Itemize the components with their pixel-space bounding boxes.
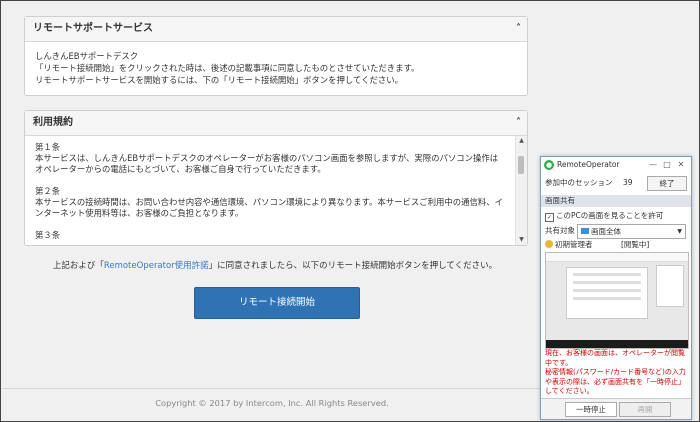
monitor-icon [581,228,589,234]
scroll-down-arrow-icon[interactable]: ▼ [516,235,527,245]
operator-status: [閲覧中] [621,240,650,249]
consent-pre: 上記および「 [52,261,104,271]
share-target-label: 共有対象 [545,226,575,235]
desk-name: しんきんEBサポートデスク [35,51,139,61]
ro-button-bar: 一時停止 再開 [541,398,691,419]
screen-share-section: 画面共有 [541,195,691,207]
operator-avatar-icon [545,240,553,248]
scroll-thumb[interactable] [518,156,524,174]
terms-scrollbar[interactable]: ▲ ▼ [515,136,527,245]
copyright-text: Copyright © 2017 by Intercom, Inc. All R… [155,398,389,408]
session-label: 参加中のセッション [545,178,613,187]
allow-view-checkbox[interactable]: ✓ [545,213,554,222]
session-count: 39 [623,178,633,187]
resume-button[interactable]: 再開 [619,402,671,417]
share-warning: 現在、お客様の画面は、オペレーターが閲覧中です。 秘密情報(パスワード/カード番… [545,349,686,395]
consent-text: 上記および「RemoteOperator使用許諾」に同意されましたら、以下のリモ… [24,259,526,271]
session-row: 参加中のセッション 39 終了 [541,175,691,191]
ro-title: RemoteOperator [557,160,620,169]
screen-preview [545,252,689,349]
article-title: 第２条 [35,186,61,196]
chevron-up-icon[interactable]: ˄ [516,17,521,41]
consent-post: 」に同意されましたら、以下のリモート接続開始ボタンを押してください。 [208,261,498,271]
share-target-value: 画面全体 [591,227,621,236]
share-target-select[interactable]: 画面全体 ▼ [577,224,686,239]
terms-text: 第１条 本サービスは、しんきんEBサポートデスクのオペレーターがお客様のパソコン… [25,136,515,245]
pause-button[interactable]: 一時停止 [565,402,617,417]
article-title: 第３条 [35,230,61,240]
remote-support-panel-header[interactable]: リモートサポートサービス ˄ [25,17,527,42]
remote-operator-window: ● RemoteOperator — □ ✕ 参加中のセッション 39 終了 画面共… [540,156,692,420]
scroll-up-arrow-icon[interactable]: ▲ [516,136,527,146]
minimize-icon[interactable]: — [646,157,660,173]
maximize-icon[interactable]: □ [660,157,674,173]
start-remote-connection-button[interactable]: リモート接続開始 [194,287,360,319]
ro-title-bar[interactable]: ● RemoteOperator — □ ✕ [541,157,691,173]
share-target-row: 共有対象 画面全体 ▼ [541,223,691,239]
license-link[interactable]: RemoteOperator使用許諾 [104,261,209,271]
terms-panel: 利用規約 ˄ 第１条 本サービスは、しんきんEBサポートデスクのオペレーターがお… [24,110,528,246]
operator-row: 初期管理者 [閲覧中] [541,239,691,251]
article-body: 本サービスの接続時間は、お問い合わせ内容や通信環境、パソコン環境により異なります… [35,197,503,218]
panel-title: 利用規約 [33,117,73,128]
article-title: 第１条 [35,142,61,152]
instruction-line: リモートサポートサービスを開始するには、下の「リモート接続開始」ボタンを押してく… [35,75,403,85]
chevron-up-icon[interactable]: ˄ [516,111,521,135]
notice-line: 「リモート接続開始」をクリックされた時は、後述の記載事項に同意したものとさせてい… [35,63,420,73]
allow-view-row[interactable]: ✓ このPCの画面を見ることを許可 [541,209,691,223]
end-button[interactable]: 終了 [647,176,687,191]
article-body: 本サービスは、しんきんEBサポートデスクのオペレーターがお客様のパソコン画面を参… [35,153,499,174]
close-icon[interactable]: ✕ [674,157,688,173]
allow-view-label: このPCの画面を見ることを許可 [556,211,664,220]
panel-body: しんきんEBサポートデスク 「リモート接続開始」をクリックされた時は、後述の記載… [25,42,527,94]
terms-panel-header[interactable]: 利用規約 ˄ [25,111,527,136]
remote-support-panel: リモートサポートサービス ˄ しんきんEBサポートデスク 「リモート接続開始」を… [24,16,528,96]
operator-name: 初期管理者 [555,240,593,249]
chevron-down-icon[interactable]: ▼ [677,225,682,238]
remote-operator-logo-icon: ● [544,160,554,170]
panel-title: リモートサポートサービス [33,23,153,34]
